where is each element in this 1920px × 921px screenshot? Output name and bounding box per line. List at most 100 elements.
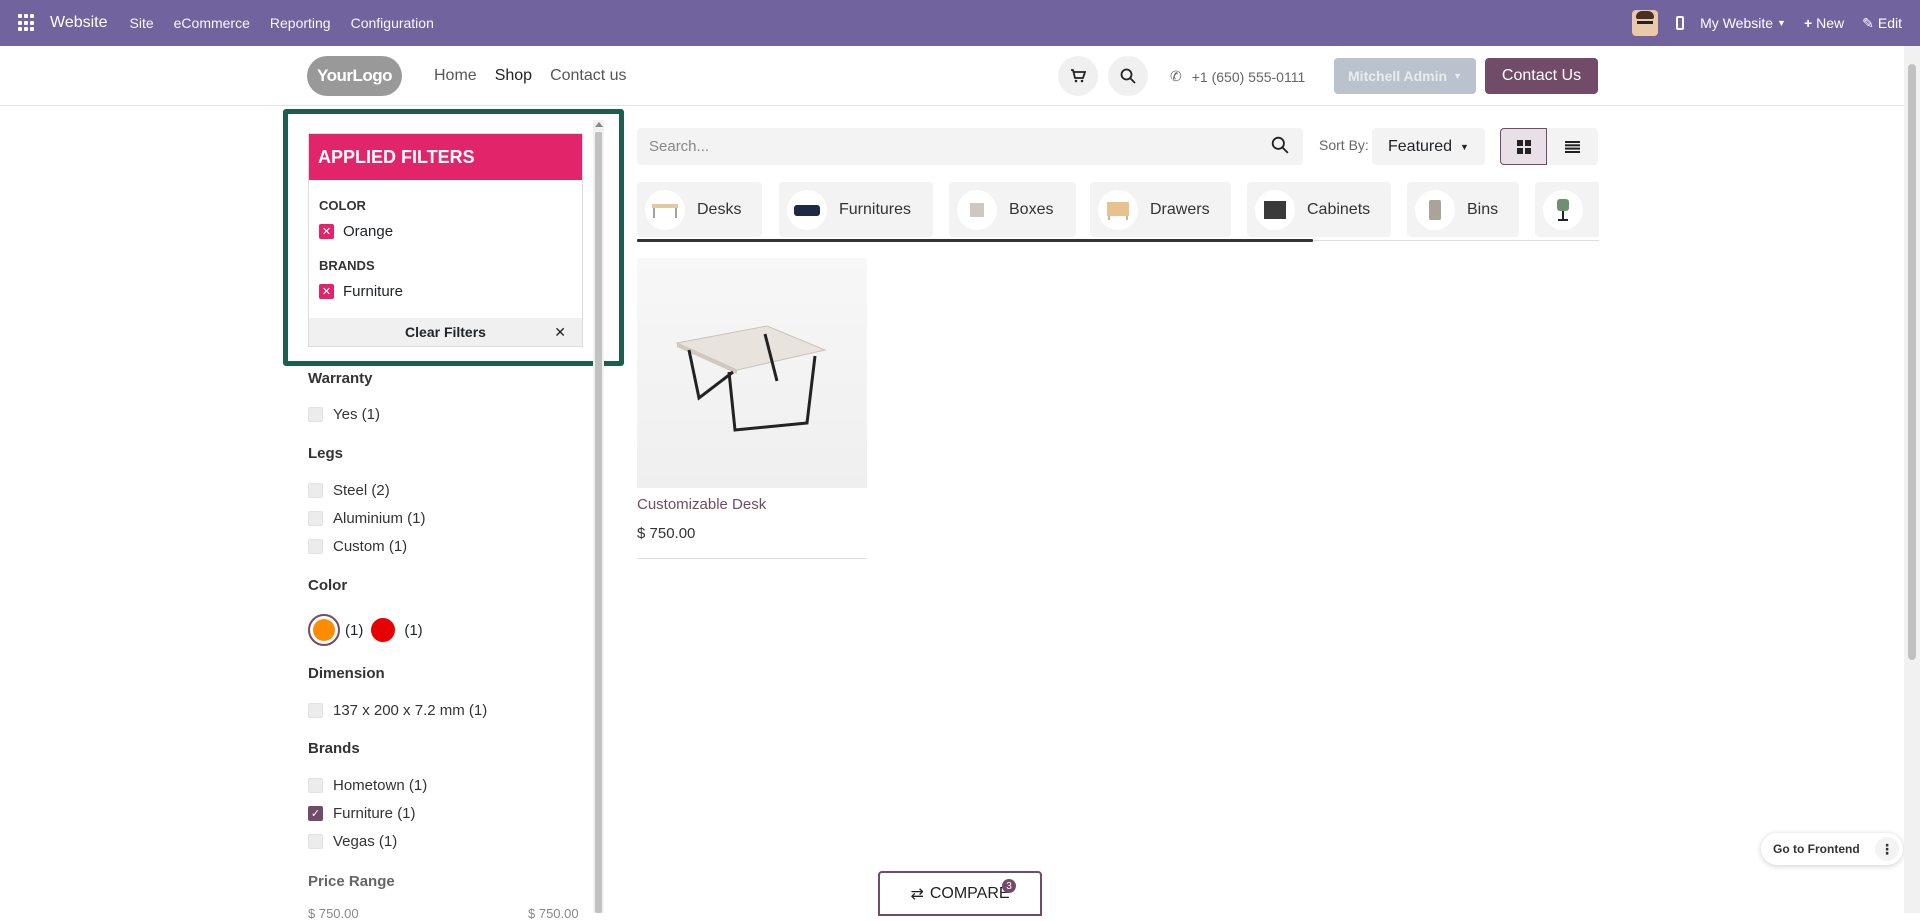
facet-option[interactable]: Hometown (1)	[308, 777, 427, 794]
checkbox[interactable]	[308, 511, 323, 526]
nav-shop[interactable]: Shop	[495, 67, 532, 85]
facet-option[interactable]: Aluminium (1)	[308, 510, 426, 527]
applied-chip-orange[interactable]: ✕ Orange	[309, 223, 582, 240]
page-scrollbar[interactable]	[1904, 46, 1920, 913]
user-avatar[interactable]	[1632, 10, 1659, 36]
product-name[interactable]: Customizable Desk	[637, 496, 766, 513]
swatch-fill	[313, 619, 335, 641]
box-icon	[957, 189, 997, 230]
category-label: Desks	[697, 200, 742, 218]
main-nav: Home Shop Contact us	[434, 67, 627, 85]
site-logo[interactable]: YourLogo	[307, 56, 402, 96]
phone-link[interactable]: ✆ +1 (650) 555-0111	[1170, 68, 1305, 85]
swatch-count: (1)	[404, 621, 423, 639]
checkbox[interactable]	[308, 834, 323, 849]
category-drawers[interactable]: Drawers	[1090, 182, 1231, 237]
cabinet-icon	[1255, 189, 1295, 230]
facet-option[interactable]: Vegas (1)	[308, 833, 397, 850]
facet-title-warranty: Warranty	[308, 370, 373, 387]
checkbox-checked[interactable]: ✓	[308, 806, 323, 821]
compare-count-badge: 3	[1002, 879, 1016, 893]
color-swatch-orange[interactable]	[308, 614, 340, 646]
caret-down-icon: ▼	[1460, 141, 1469, 152]
facet-option[interactable]: Custom (1)	[308, 538, 407, 555]
price-min: $ 750.00	[308, 906, 359, 921]
grid-view-button[interactable]	[1500, 128, 1547, 165]
grid-icon	[1516, 139, 1531, 154]
remove-filter-icon[interactable]: ✕	[319, 284, 334, 299]
swatch-count: (1)	[345, 621, 364, 639]
app-brand[interactable]: Website	[50, 14, 108, 32]
search-toggle-button[interactable]	[1108, 56, 1148, 96]
facet-option[interactable]: 137 x 200 x 7.2 mm (1)	[308, 702, 487, 719]
category-lamps[interactable]	[1535, 182, 1599, 237]
carousel-scroll-indicator[interactable]	[637, 239, 1313, 242]
facet-option[interactable]: ✓ Furniture (1)	[308, 805, 416, 822]
checkbox[interactable]	[308, 778, 323, 793]
scroll-up-icon[interactable]	[595, 122, 603, 127]
category-cabinets[interactable]: Cabinets	[1247, 182, 1391, 237]
more-vertical-icon[interactable]: ⋮	[1875, 837, 1899, 861]
plus-icon: +	[1803, 15, 1813, 31]
facet-option[interactable]: Yes (1)	[308, 406, 380, 423]
admin-navbar: Website Site eCommerce Reporting Configu…	[0, 0, 1920, 46]
category-label: Drawers	[1150, 200, 1210, 218]
category-bins[interactable]: Bins	[1407, 182, 1519, 237]
site-header: YourLogo Home Shop Contact us ✆ +1 (650)…	[0, 46, 1904, 106]
mobile-preview-icon[interactable]	[1676, 16, 1685, 30]
checkbox[interactable]	[308, 703, 323, 718]
applied-filters-highlight: APPLIED FILTERS COLOR ✕ Orange BRANDS ✕ …	[283, 109, 624, 366]
menu-configuration[interactable]: Configuration	[351, 15, 434, 31]
nav-home[interactable]: Home	[434, 67, 477, 85]
lamp-icon	[1543, 189, 1583, 230]
bin-icon	[1415, 189, 1455, 230]
category-boxes[interactable]: Boxes	[949, 182, 1076, 237]
edit-button[interactable]: ✎ Edit	[1862, 15, 1902, 32]
desk-icon	[645, 189, 685, 230]
new-button[interactable]: + New	[1804, 15, 1844, 31]
search-input[interactable]: Search...	[637, 128, 1303, 165]
sidebar-scrollbar[interactable]	[593, 120, 604, 913]
close-icon: ✕	[554, 324, 566, 340]
nav-contact[interactable]: Contact us	[550, 67, 626, 85]
go-to-frontend-button[interactable]: Go to Frontend ⋮	[1761, 833, 1903, 865]
clear-filters-button[interactable]: Clear Filters ✕	[309, 318, 582, 346]
caret-down-icon: ▼	[1777, 18, 1786, 28]
compare-button[interactable]: ⇄ COMPARE 3	[878, 871, 1042, 916]
phone-number: +1 (650) 555-0111	[1191, 68, 1306, 85]
search-icon	[1120, 68, 1136, 84]
sort-dropdown[interactable]: Featured ▼	[1372, 128, 1485, 165]
compare-label: COMPARE	[929, 884, 1010, 902]
facet-title-dimension: Dimension	[308, 665, 385, 682]
applied-chip-furniture[interactable]: ✕ Furniture	[309, 283, 582, 300]
facet-title-brands: Brands	[308, 740, 360, 757]
price-max: $ 750.00	[528, 906, 579, 921]
checkbox[interactable]	[308, 407, 323, 422]
checkbox[interactable]	[308, 539, 323, 554]
product-card[interactable]: Customizable Desk $ 750.00	[637, 258, 867, 559]
facet-option-label: 137 x 200 x 7.2 mm (1)	[333, 702, 488, 719]
user-menu-button[interactable]: Mitchell Admin ▼	[1334, 58, 1476, 94]
facet-option-label: Yes (1)	[333, 406, 380, 423]
facet-option[interactable]: Steel (2)	[308, 482, 390, 499]
scrollbar-thumb[interactable]	[1908, 64, 1916, 660]
remove-filter-icon[interactable]: ✕	[319, 224, 334, 239]
menu-site[interactable]: Site	[130, 15, 154, 31]
color-swatch-red[interactable]	[371, 618, 396, 642]
category-furnitures[interactable]: Furnitures	[779, 182, 933, 237]
product-image[interactable]	[637, 258, 867, 488]
menu-ecommerce[interactable]: eCommerce	[174, 15, 250, 31]
checkbox[interactable]	[308, 483, 323, 498]
facet-option-label: Custom (1)	[333, 538, 408, 555]
apps-grid-icon[interactable]	[18, 14, 36, 32]
facet-title-legs: Legs	[308, 445, 344, 462]
category-desks[interactable]: Desks	[637, 182, 762, 237]
list-view-button[interactable]	[1547, 128, 1598, 165]
website-switcher[interactable]: My Website ▼	[1700, 15, 1786, 31]
contact-us-button[interactable]: Contact Us	[1485, 58, 1598, 94]
search-icon[interactable]	[1271, 136, 1289, 154]
search-placeholder: Search...	[649, 138, 710, 155]
cart-button[interactable]	[1058, 56, 1098, 96]
menu-reporting[interactable]: Reporting	[270, 15, 331, 31]
scrollbar-thumb[interactable]	[595, 132, 602, 913]
